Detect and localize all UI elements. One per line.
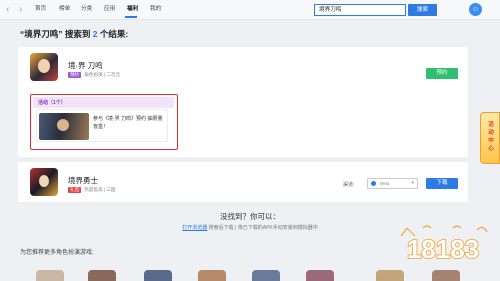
game-tag: 预约 [68, 72, 82, 78]
search-input[interactable]: 境界刀鸣 [314, 4, 406, 16]
recommend-thumbnail[interactable] [36, 270, 64, 281]
recommend-thumbnail[interactable] [432, 270, 460, 281]
nav-item-mine[interactable]: 我的 [150, 5, 161, 13]
download-button[interactable]: 下载 [426, 178, 458, 189]
open-browser-link[interactable]: 打开浏览器 [182, 225, 207, 231]
game-tag: 礼包 [68, 187, 82, 193]
top-navigation-bar: ‹ › 首页 榜单 分类 应用 福利 我的 境界刀鸣 搜索 ☺ [0, 0, 500, 20]
activity-text: 参与《境·界 刀鸣》预约 抽限量盲盒！ [93, 116, 163, 130]
result-suffix: 个结果: [97, 29, 129, 39]
game-icon[interactable] [30, 168, 58, 196]
recommend-thumbnail[interactable] [252, 270, 280, 281]
platform-value: Meta [380, 181, 390, 186]
game-title[interactable]: 境·界 刀鸣 [68, 60, 103, 71]
nav-item-categories[interactable]: 分类 [81, 5, 92, 13]
chevron-down-icon: ▾ [411, 180, 414, 186]
game-meta-text: 热度极高 | 三国 [84, 187, 116, 193]
reserve-button[interactable]: 预约 [426, 68, 458, 79]
result-prefix: “境界刀鸣” 搜索到 [20, 29, 93, 39]
activity-thumbnail [39, 113, 89, 140]
site-logo-watermark: 18183 [400, 225, 488, 265]
user-avatar[interactable]: ☺ [469, 3, 482, 16]
nav-item-rankings[interactable]: 榜单 [59, 5, 70, 13]
recommend-thumbnail[interactable] [376, 270, 404, 281]
nav-item-welfare[interactable]: 福利 [127, 5, 138, 13]
activity-box: 活动（1个） 参与《境·界 刀鸣》预约 抽限量盲盒！ [30, 94, 178, 150]
activity-header: 活动（1个） [33, 97, 174, 108]
nav-item-home[interactable]: 首页 [35, 5, 46, 13]
recommend-thumbnail[interactable] [88, 270, 116, 281]
platform-icon [371, 181, 376, 186]
chevron-right-icon[interactable]: › [19, 3, 22, 17]
game-result-card: 境界勇士 礼包 热度极高 | 三国 渠道: Meta ▾ 下载 [18, 162, 468, 202]
activity-label: 活动（1个） [38, 100, 66, 106]
platform-label: 渠道: [343, 182, 355, 188]
game-meta: 礼包 热度极高 | 三国 [68, 187, 116, 193]
svg-text:18183: 18183 [407, 234, 479, 264]
activity-center-badge[interactable]: 活动中心 [480, 112, 500, 164]
chevron-left-icon[interactable]: ‹ [6, 3, 9, 17]
search-button[interactable]: 搜索 [408, 4, 437, 16]
recommend-thumbnail[interactable] [198, 270, 226, 281]
recommend-thumbnail[interactable] [306, 270, 334, 281]
game-title[interactable]: 境界勇士 [68, 175, 98, 186]
recommend-thumbnail[interactable] [144, 270, 172, 281]
activity-center-label: 活动中心 [488, 122, 494, 152]
active-tab-indicator [125, 16, 137, 18]
game-icon[interactable] [30, 53, 58, 81]
recommend-heading: 为您推荐更多角色扮演游戏: [20, 250, 94, 256]
game-result-card: 境·界 刀鸣 预约 角色扮演 | 二次元 预约 活动（1个） 参与《境·界 刀鸣》… [18, 47, 468, 157]
nav-item-apps[interactable]: 应用 [104, 5, 115, 13]
not-found-title: 没找到？你可以： [220, 212, 280, 221]
not-found-text: 搜索后下载 | 将已下载的APK手动安装到模拟器中 [207, 225, 318, 231]
search-result-summary: “境界刀鸣” 搜索到 2 个结果: [20, 28, 128, 40]
game-meta-text: 角色扮演 | 二次元 [84, 72, 121, 78]
activity-item[interactable]: 参与《境·界 刀鸣》预约 抽限量盲盒！ [36, 109, 168, 142]
platform-select[interactable]: Meta ▾ [367, 178, 418, 189]
game-meta: 预约 角色扮演 | 二次元 [68, 72, 120, 78]
